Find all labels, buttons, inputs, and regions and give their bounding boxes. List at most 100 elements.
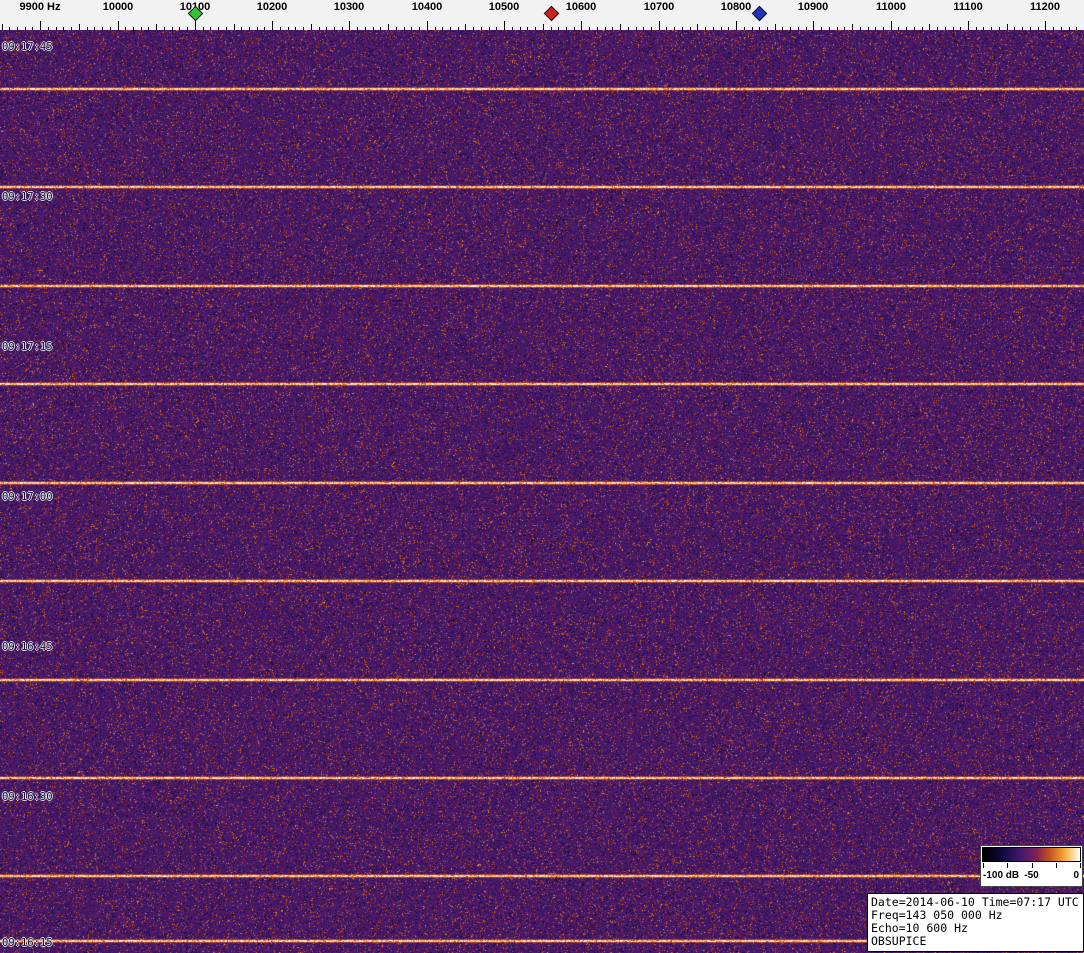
freq-tick (728, 27, 729, 30)
freq-tick (380, 27, 381, 30)
freq-tick (906, 27, 907, 30)
freq-tick (234, 24, 235, 30)
freq-tick (179, 27, 180, 30)
colorbar-tick (1031, 863, 1033, 868)
freq-tick (620, 24, 621, 30)
freq-tick (566, 27, 567, 30)
freq-tick (249, 27, 250, 30)
freq-tick (465, 24, 466, 30)
freq-tick (937, 27, 938, 30)
freq-axis-label: 10400 (411, 1, 443, 13)
colorbar-label-max: 0 (1073, 870, 1079, 881)
freq-axis-label: 9900 Hz (19, 1, 61, 13)
freq-tick (775, 24, 776, 30)
freq-tick (891, 21, 892, 30)
freq-tick (767, 27, 768, 30)
freq-tick (1061, 27, 1062, 30)
freq-tick (311, 24, 312, 30)
freq-tick (782, 27, 783, 30)
marker-red-diamond[interactable] (543, 5, 560, 22)
freq-tick (17, 27, 18, 30)
freq-tick (504, 21, 505, 30)
colorbar-tick (1007, 863, 1009, 868)
freq-tick (605, 27, 606, 30)
freq-axis-label: 11200 (1030, 1, 1060, 13)
freq-tick (404, 27, 405, 30)
freq-tick (929, 24, 930, 30)
freq-tick (32, 27, 33, 30)
freq-tick (203, 27, 204, 30)
freq-tick (643, 27, 644, 30)
freq-tick (489, 27, 490, 30)
freq-tick (860, 27, 861, 30)
freq-tick (458, 27, 459, 30)
freq-tick (133, 27, 134, 30)
freq-tick (1030, 27, 1031, 30)
freq-tick (1038, 27, 1039, 30)
freq-tick (983, 27, 984, 30)
freq-tick (388, 24, 389, 30)
freq-tick (968, 21, 969, 30)
freq-tick (272, 21, 273, 30)
freq-tick (288, 27, 289, 30)
freq-tick (759, 27, 760, 30)
freq-tick (326, 27, 327, 30)
freq-tick (48, 27, 49, 30)
freq-tick (690, 27, 691, 30)
freq-tick (798, 27, 799, 30)
freq-axis-label: 10200 (256, 1, 288, 13)
freq-tick (342, 27, 343, 30)
marker-blue-diamond[interactable] (751, 5, 768, 22)
freq-tick (218, 27, 219, 30)
freq-tick (319, 27, 320, 30)
freq-tick (744, 27, 745, 30)
freq-tick (844, 27, 845, 30)
meteor-spectrogram-screen: 9900 Hz100001010010200103001040010500106… (0, 0, 1084, 953)
freq-tick (945, 27, 946, 30)
freq-tick (264, 27, 265, 30)
freq-tick (852, 24, 853, 30)
info-line-station: OBSUPICE (871, 934, 927, 948)
freq-tick (435, 27, 436, 30)
freq-tick (875, 27, 876, 30)
freq-tick (118, 21, 119, 30)
freq-tick (697, 24, 698, 30)
colorbar-label-mid: -50 (1024, 870, 1039, 881)
freq-tick (976, 27, 977, 30)
freq-tick (914, 27, 915, 30)
colorbar-tick (1080, 863, 1081, 868)
freq-tick (612, 27, 613, 30)
freq-tick (187, 27, 188, 30)
freq-tick (512, 27, 513, 30)
colorbar-tick (1055, 863, 1057, 868)
freq-tick (991, 27, 992, 30)
freq-tick (960, 27, 961, 30)
freq-tick (674, 27, 675, 30)
freq-tick (551, 27, 552, 30)
freq-tick (736, 21, 737, 30)
freq-tick (1053, 27, 1054, 30)
observation-info-box: Date=2014-06-10 Time=07:17 UTC Freq=143 … (867, 893, 1084, 952)
freq-tick (682, 27, 683, 30)
freq-tick (1069, 27, 1070, 30)
freq-axis-label: 10300 (333, 1, 365, 13)
freq-tick (705, 27, 706, 30)
colorbar-label-min: -100 dB (983, 870, 1020, 881)
freq-tick (125, 27, 126, 30)
freq-tick (473, 27, 474, 30)
freq-tick (241, 27, 242, 30)
freq-tick (156, 24, 157, 30)
freq-tick (210, 27, 211, 30)
freq-axis-label: 10700 (643, 1, 675, 13)
freq-tick (713, 27, 714, 30)
freq-axis-label: 10000 (102, 1, 134, 13)
colorbar-ticks (981, 863, 1082, 868)
freq-tick (257, 27, 258, 30)
freq-tick (721, 27, 722, 30)
freq-tick (496, 27, 497, 30)
freq-tick (148, 27, 149, 30)
freq-tick (226, 27, 227, 30)
freq-tick (373, 27, 374, 30)
freq-tick (651, 27, 652, 30)
freq-tick (574, 27, 575, 30)
